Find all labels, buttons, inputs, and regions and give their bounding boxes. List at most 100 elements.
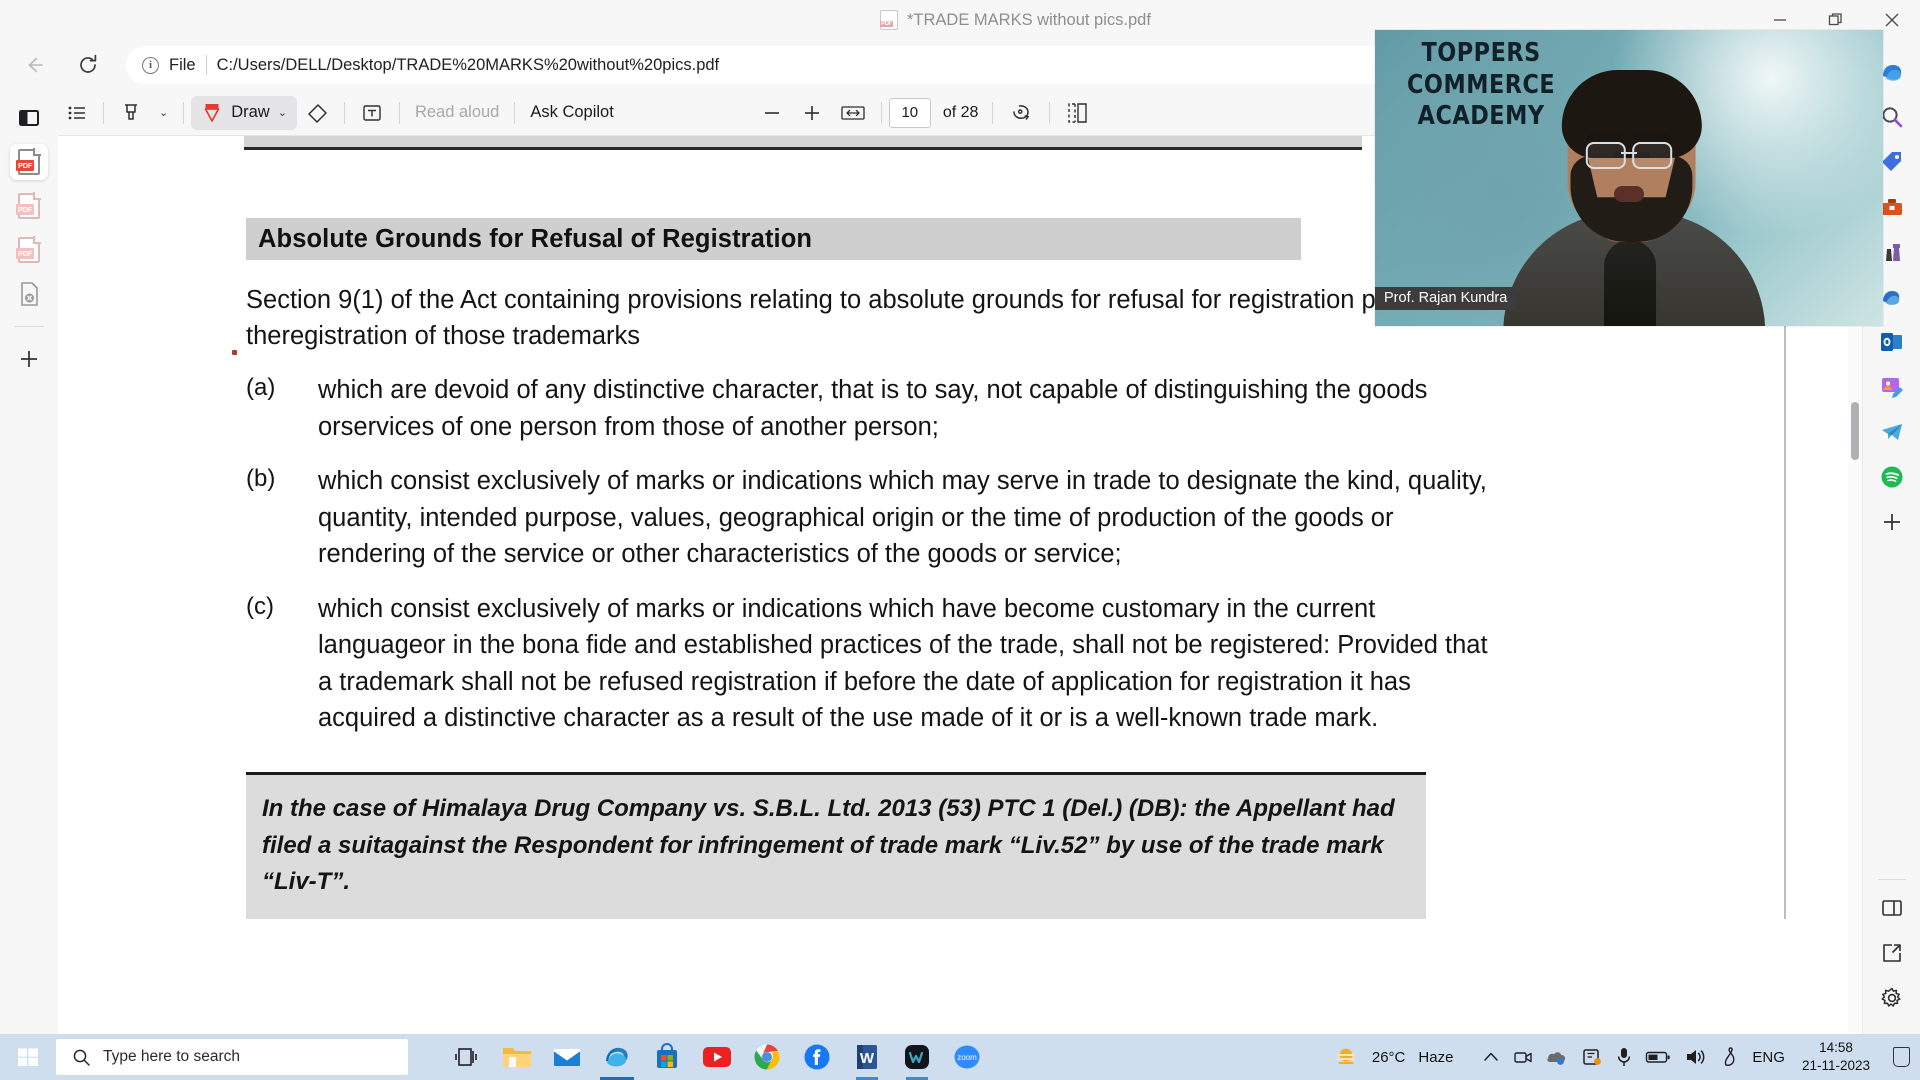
zoom-icon: zoom [954, 1045, 980, 1069]
info-icon[interactable]: i [142, 56, 159, 74]
page-number-input[interactable]: 10 [888, 97, 931, 128]
toolbar-divider [103, 101, 104, 124]
customize-sidebar-button[interactable] [1872, 502, 1912, 542]
presenter-glasses-bridge [1621, 152, 1637, 154]
back-button[interactable] [14, 48, 54, 82]
zoom-button[interactable]: zoom [944, 1034, 990, 1080]
presenter-mouth [1614, 186, 1644, 202]
clock-date: 21-11-2023 [1801, 1058, 1870, 1073]
onedrive-icon[interactable] [1546, 1047, 1568, 1067]
telegram-icon [1881, 424, 1902, 440]
toolbar-divider-6 [880, 101, 882, 124]
refresh-button[interactable] [68, 48, 108, 82]
add-text-button[interactable] [352, 96, 392, 130]
facebook-button[interactable] [794, 1034, 840, 1080]
zoom-out-button[interactable] [752, 96, 792, 130]
notification-center-button[interactable] [1893, 1047, 1910, 1067]
rotate-button[interactable] [1000, 96, 1042, 130]
clause-text-c: which consist exclusively of marks or in… [318, 594, 1488, 733]
page-layout-button[interactable] [1057, 96, 1099, 130]
edge-button[interactable] [594, 1034, 640, 1080]
facebook-icon [804, 1044, 830, 1070]
section-heading-band: Absolute Grounds for Refusal of Registra… [246, 218, 1301, 260]
battery-icon[interactable] [1645, 1048, 1671, 1066]
highlight-dropdown[interactable]: ⌄ [151, 96, 176, 130]
show-hidden-icons-button[interactable] [1482, 1048, 1500, 1066]
toolbar-divider-2 [183, 101, 185, 124]
ask-copilot-button[interactable]: Ask Copilot [522, 96, 621, 130]
highlight-button[interactable] [111, 96, 151, 130]
erase-button[interactable] [297, 96, 337, 130]
page-title: Absolute Grounds for Refusal of Registra… [258, 224, 813, 253]
eraser-icon [308, 103, 327, 123]
draw-button[interactable]: Draw ⌄ [191, 95, 297, 130]
sidebar-settings-button[interactable] [1872, 978, 1912, 1018]
store-icon [657, 1043, 677, 1068]
toolbar-divider-7 [992, 101, 994, 124]
video-overlay[interactable]: TOPPERS COMMERCE ACADEMY Prof. Rajan Kun… [1375, 30, 1883, 326]
presenter-hair [1561, 70, 1702, 158]
draw-label: Draw [231, 103, 270, 121]
gear-icon [1880, 987, 1901, 1007]
fit-width-icon [841, 105, 865, 120]
table-of-contents-button[interactable] [58, 96, 96, 130]
pdf-file-icon-3: PDF [16, 236, 41, 263]
camera-icon[interactable] [1513, 1047, 1533, 1067]
wondershare-button[interactable] [894, 1034, 940, 1080]
sidebar-item-pdf-tab-3[interactable]: PDF [10, 232, 48, 268]
start-button[interactable] [0, 1045, 56, 1069]
read-aloud-button[interactable]: Read aloud [407, 96, 507, 130]
add-tab-button[interactable] [10, 341, 48, 377]
sidebar-item-open-external[interactable] [1872, 933, 1912, 973]
volume-icon[interactable] [1684, 1046, 1708, 1068]
microphone-icon[interactable] [1616, 1046, 1632, 1068]
language-indicator[interactable]: ENG [1752, 1049, 1785, 1066]
closed-document-icon [21, 282, 38, 306]
partial-previous-line: exclusive right does not operate against… [244, 136, 1362, 150]
task-view-button[interactable] [444, 1034, 490, 1080]
presenter-name-chip: Prof. Rajan Kundra [1375, 287, 1517, 310]
chrome-button[interactable] [744, 1034, 790, 1080]
svg-text:zoom: zoom [957, 1053, 977, 1062]
left-tab-rail: PDF PDF PDF [0, 90, 58, 1034]
sidebar-item-outlook[interactable] [1872, 322, 1912, 362]
mail-button[interactable] [544, 1034, 590, 1080]
file-explorer-button[interactable] [494, 1034, 540, 1080]
presenter-left-lens [1585, 142, 1626, 169]
sidebar-item-telegram[interactable] [1872, 412, 1912, 452]
sidebar-item-image-creator[interactable] [1872, 367, 1912, 407]
word-button[interactable]: W [844, 1034, 890, 1080]
sidebar-item-spotify[interactable] [1872, 457, 1912, 497]
tab-title-label: *TRADE MARKS without pics.pdf [907, 10, 1151, 29]
weather-haze-icon [1336, 1048, 1355, 1064]
sidebar-item-pdf-tab-2[interactable]: PDF [10, 188, 48, 224]
toolbar-divider-3 [343, 101, 345, 124]
sidebar-item-split-screen[interactable] [10, 100, 48, 136]
youtube-icon [703, 1047, 731, 1067]
sidebar-item-closed-doc[interactable] [10, 276, 48, 312]
taskbar-clock[interactable]: 14:58 21-11-2023 [1802, 1039, 1870, 1075]
security-icon[interactable] [1581, 1046, 1603, 1068]
taskbar-search-input[interactable]: Type here to search [56, 1039, 408, 1075]
address-input[interactable]: i File C:/Users/DELL/Desktop/TRADE%20MAR… [126, 46, 1486, 84]
spotify-icon [1881, 466, 1902, 488]
clause-marker-a: (a) [246, 374, 276, 402]
fit-to-width-button[interactable] [832, 96, 874, 130]
zoom-in-button[interactable] [792, 96, 832, 130]
image-creator-icon [1881, 378, 1903, 398]
pen-icon[interactable] [1721, 1046, 1739, 1068]
scheme-label: File [169, 55, 196, 74]
scrollbar-thumb[interactable] [1851, 402, 1859, 460]
plus-icon [1883, 514, 1900, 530]
sidebar-item-pdf-tab-active[interactable]: PDF [10, 144, 48, 180]
windows-taskbar: Type here to search W zoom 26°C Haze ENG… [0, 1034, 1920, 1080]
case-note-box: In the case of Himalaya Drug Company vs.… [246, 772, 1426, 919]
active-tab[interactable]: *TRADE MARKS without pics.pdf [880, 0, 1151, 40]
draw-chevron-down-icon: ⌄ [277, 107, 287, 119]
pdf-file-icon-2: PDF [16, 192, 41, 219]
weather-condition: Haze [1418, 1048, 1454, 1066]
youtube-button[interactable] [694, 1034, 740, 1080]
clause-item-a: (a) which are devoid of any distinctive … [246, 372, 1496, 445]
sidebar-item-split-pane[interactable] [1872, 888, 1912, 928]
microsoft-store-button[interactable] [644, 1034, 690, 1080]
